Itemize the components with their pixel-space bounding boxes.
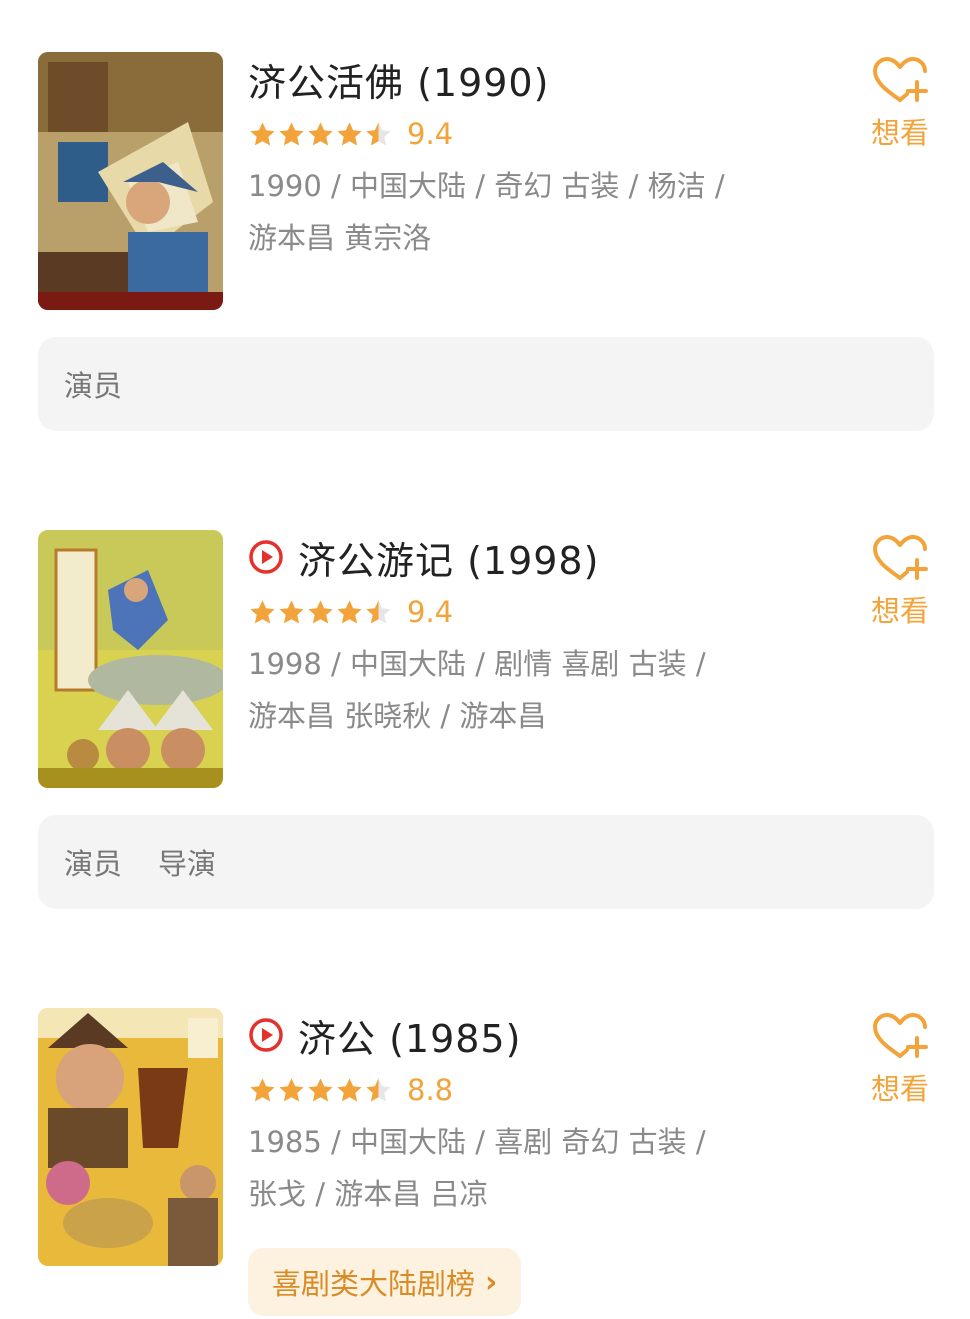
rating: 9.4 (248, 112, 808, 156)
credits-bar: 演员 导演 (38, 815, 934, 909)
heart-plus-icon (873, 535, 928, 580)
star-full-icon (250, 121, 275, 145)
poster-image (38, 52, 223, 310)
play-icon[interactable] (248, 1017, 284, 1053)
credit-tab-cast[interactable]: 演员 (64, 841, 122, 883)
star-full-icon (279, 1077, 304, 1101)
rating-score: 9.4 (407, 117, 454, 151)
star-full-icon (308, 121, 333, 145)
star-rating (248, 120, 393, 149)
want-to-watch-label: 想看 (870, 116, 929, 150)
star-half-icon (366, 121, 391, 145)
rating: 8.8 (248, 1068, 808, 1112)
heart-plus-icon (873, 1013, 928, 1058)
play-icon[interactable] (248, 539, 284, 575)
credit-tab-director[interactable]: 导演 (158, 841, 216, 883)
credit-tab-cast[interactable]: 演员 (64, 363, 122, 405)
rating-score: 9.4 (407, 595, 454, 629)
rating-score: 8.8 (407, 1073, 454, 1107)
movie-meta-line: 张戈 / 游本昌 吕凉 (248, 1177, 489, 1211)
movie-title[interactable]: 济公 (1985) (298, 1008, 521, 1063)
heart-plus-icon (873, 57, 928, 102)
rating: 9.4 (248, 590, 808, 634)
movie-poster[interactable] (38, 530, 223, 788)
star-full-icon (308, 599, 333, 623)
want-to-watch-button[interactable]: 想看 (860, 534, 940, 630)
star-full-icon (308, 1077, 333, 1101)
poster-image (38, 530, 223, 788)
star-full-icon (337, 599, 362, 623)
star-full-icon (279, 121, 304, 145)
ranking-badge[interactable]: 喜剧类大陆剧榜 › (248, 1248, 522, 1316)
want-to-watch-button[interactable]: 想看 (860, 56, 940, 152)
movie-poster[interactable] (38, 1008, 223, 1266)
movie-poster[interactable] (38, 52, 223, 310)
credits-bar: 演员 (38, 337, 934, 431)
ranking-label: 喜剧类大陆剧榜 (272, 1267, 476, 1301)
want-to-watch-button[interactable]: 想看 (860, 1012, 940, 1108)
star-full-icon (337, 121, 362, 145)
movie-meta-line: 1990 / 中国大陆 / 奇幻 古装 / 杨洁 / (248, 169, 725, 203)
movie-title[interactable]: 济公活佛 (1990) (248, 52, 549, 107)
star-half-icon (366, 1077, 391, 1101)
want-to-watch-label: 想看 (870, 1072, 929, 1106)
star-rating (248, 1076, 393, 1105)
poster-image (38, 1008, 223, 1266)
star-full-icon (250, 599, 275, 623)
chevron-right-icon: › (485, 1264, 498, 1300)
movie-meta-line: 游本昌 张晓秋 / 游本昌 (248, 699, 547, 733)
want-to-watch-label: 想看 (870, 594, 929, 628)
star-rating (248, 598, 393, 627)
star-full-icon (279, 599, 304, 623)
star-half-icon (366, 599, 391, 623)
movie-meta-line: 1998 / 中国大陆 / 剧情 喜剧 古装 / (248, 647, 706, 681)
movie-meta-line: 1985 / 中国大陆 / 喜剧 奇幻 古装 / (248, 1125, 706, 1159)
movie-title[interactable]: 济公游记 (1998) (298, 530, 599, 585)
movie-meta-line: 游本昌 黄宗洛 (248, 221, 432, 255)
star-full-icon (250, 1077, 275, 1101)
star-full-icon (337, 1077, 362, 1101)
